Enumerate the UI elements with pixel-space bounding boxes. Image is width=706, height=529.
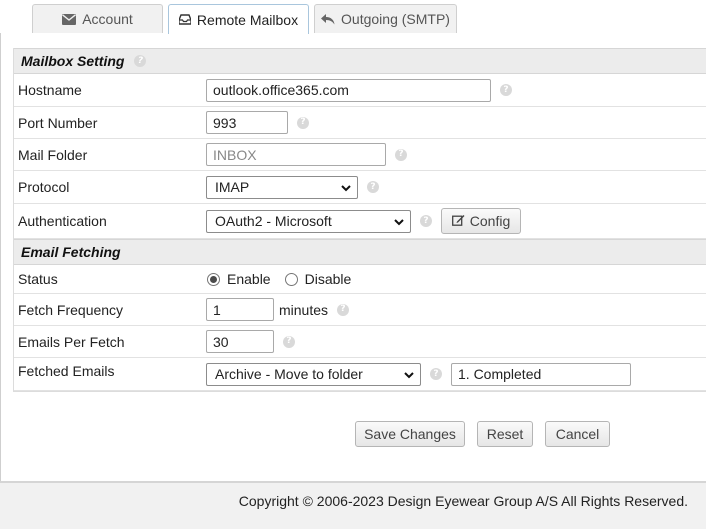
- status-label: Status: [18, 271, 58, 287]
- fetch-frequency-input[interactable]: [206, 298, 274, 321]
- row-port-number: Port Number ?: [14, 107, 706, 139]
- chevron-down-icon: [394, 213, 404, 229]
- copyright-text: Copyright © 2006-2023 Design Eyewear Gro…: [238, 493, 688, 509]
- chevron-down-icon: [404, 366, 414, 382]
- authentication-value: OAuth2 - Microsoft: [215, 213, 332, 229]
- mail-folder-label: Mail Folder: [18, 146, 88, 163]
- hostname-input[interactable]: [206, 78, 491, 102]
- hostname-label: Hostname: [18, 82, 82, 98]
- fetch-frequency-label: Fetch Frequency: [18, 301, 124, 318]
- section-email-fetching: Email Fetching: [14, 239, 706, 265]
- config-button[interactable]: Config: [441, 208, 521, 234]
- tab-bar: Account Remote Mailbox Outgoing (SMTP): [0, 0, 706, 34]
- content-panel: Mailbox Setting ? Hostname ? Port Number…: [0, 33, 706, 481]
- row-emails-per-fetch: Emails Per Fetch ?: [14, 326, 706, 358]
- help-icon[interactable]: ?: [420, 215, 432, 227]
- help-icon[interactable]: ?: [500, 84, 512, 96]
- status-disable-radio[interactable]: [284, 272, 298, 286]
- tab-remote-mailbox[interactable]: Remote Mailbox: [168, 4, 309, 34]
- settings-form: Mailbox Setting ? Hostname ? Port Number…: [13, 48, 706, 392]
- archive-folder-input[interactable]: [451, 362, 631, 386]
- help-icon[interactable]: ?: [430, 368, 442, 380]
- fetched-emails-action-select[interactable]: Archive - Move to folder: [206, 362, 421, 386]
- row-fetched-emails: Fetched Emails Archive - Move to folder …: [14, 358, 706, 391]
- edit-pencil-icon: [451, 213, 465, 229]
- minutes-unit: minutes: [279, 301, 329, 318]
- tab-remote-mailbox-label: Remote Mailbox: [196, 11, 299, 28]
- row-hostname: Hostname ?: [14, 74, 706, 107]
- section-title: Email Fetching: [21, 244, 121, 260]
- row-status: Status Enable Disable: [14, 265, 706, 294]
- reset-button[interactable]: Reset: [477, 421, 533, 447]
- section-mailbox-setting: Mailbox Setting ?: [14, 48, 706, 74]
- help-icon[interactable]: ?: [367, 181, 379, 193]
- cancel-button[interactable]: Cancel: [545, 421, 610, 447]
- config-label: Config: [469, 213, 511, 229]
- help-icon[interactable]: ?: [283, 335, 295, 348]
- port-input[interactable]: [206, 111, 288, 134]
- help-icon[interactable]: ?: [297, 116, 309, 129]
- emails-per-fetch-label: Emails Per Fetch: [18, 333, 125, 350]
- tab-outgoing-label: Outgoing (SMTP): [341, 11, 450, 27]
- protocol-label: Protocol: [18, 179, 70, 195]
- envelope-icon: [62, 13, 77, 25]
- help-icon[interactable]: ?: [395, 148, 407, 161]
- tab-outgoing-smtp[interactable]: Outgoing (SMTP): [314, 4, 457, 33]
- protocol-value: IMAP: [215, 179, 250, 195]
- fetched-emails-label: Fetched Emails: [18, 363, 115, 379]
- authentication-label: Authentication: [18, 213, 107, 229]
- section-title: Mailbox Setting: [21, 53, 125, 69]
- chevron-down-icon: [341, 179, 351, 195]
- row-authentication: Authentication OAuth2 - Microsoft ? Conf…: [14, 204, 706, 239]
- save-changes-button[interactable]: Save Changes: [355, 421, 465, 447]
- footer: Copyright © 2006-2023 Design Eyewear Gro…: [0, 481, 706, 529]
- authentication-select[interactable]: OAuth2 - Microsoft: [206, 209, 411, 233]
- status-enable-label[interactable]: Enable: [227, 271, 271, 287]
- page: Account Remote Mailbox Outgoing (SMTP) M…: [0, 0, 706, 529]
- protocol-select[interactable]: IMAP: [206, 175, 358, 199]
- help-icon[interactable]: ?: [337, 303, 350, 316]
- tab-account-label: Account: [82, 11, 133, 27]
- help-icon[interactable]: ?: [134, 55, 147, 67]
- row-fetch-frequency: Fetch Frequency minutes ?: [14, 294, 706, 326]
- reply-arrow-icon: [321, 13, 335, 25]
- mail-folder-input[interactable]: [206, 143, 386, 166]
- row-mail-folder: Mail Folder ?: [14, 139, 706, 171]
- row-protocol: Protocol IMAP ?: [14, 171, 706, 204]
- tab-account[interactable]: Account: [32, 4, 163, 33]
- fetched-action-value: Archive - Move to folder: [215, 366, 363, 382]
- status-disable-label[interactable]: Disable: [305, 271, 352, 287]
- emails-per-fetch-input[interactable]: [206, 330, 274, 353]
- status-enable-radio[interactable]: [207, 272, 220, 286]
- inbox-tray-icon: [178, 14, 191, 25]
- port-label: Port Number: [18, 114, 98, 131]
